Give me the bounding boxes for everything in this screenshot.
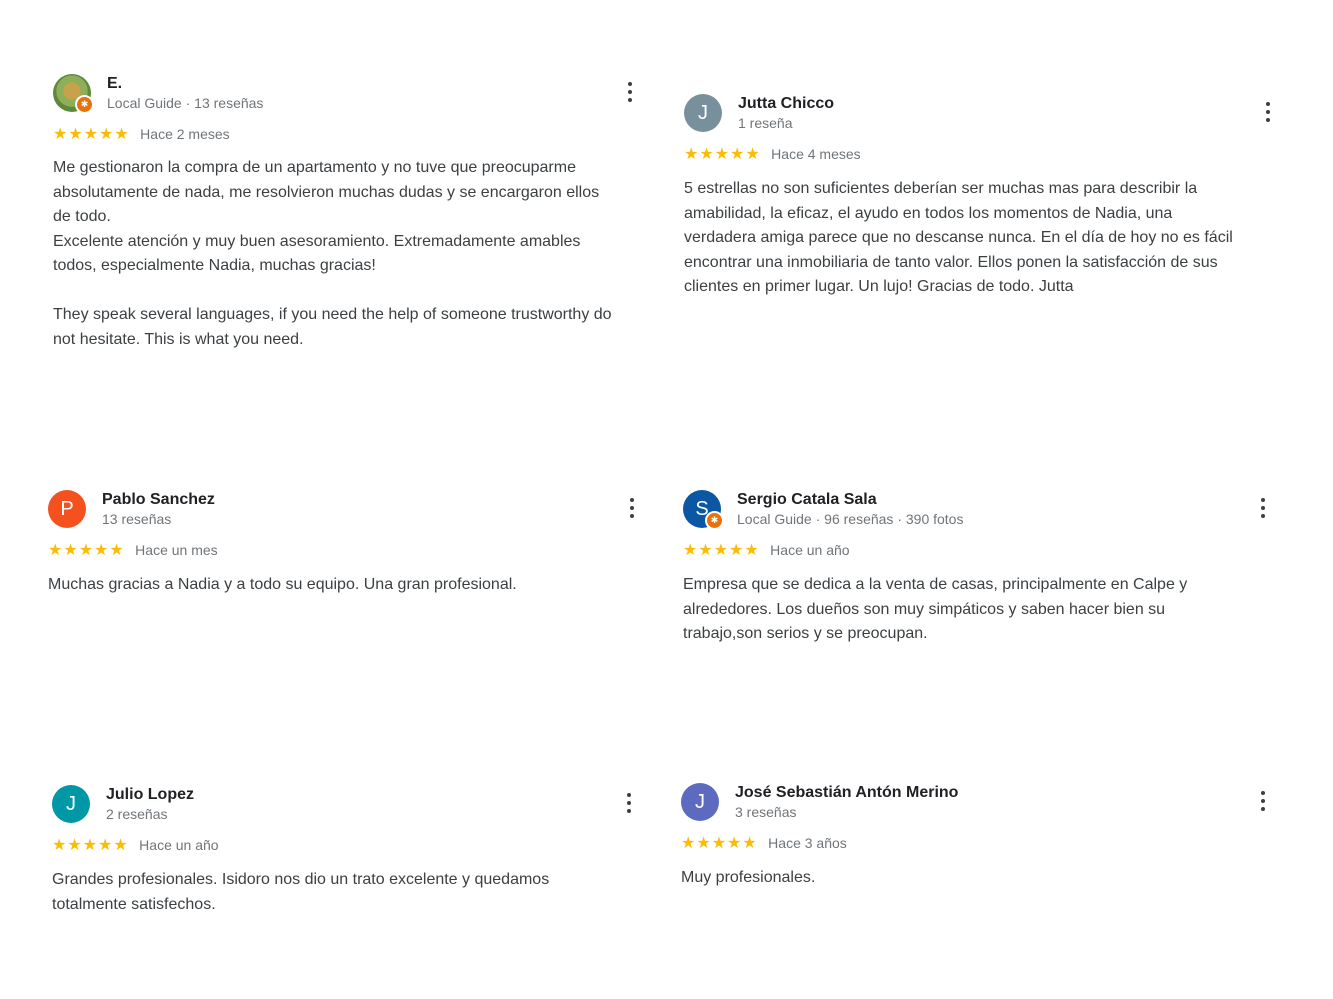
review-header: J José Sebastián Antón Merino 3 reseñas — [681, 783, 1281, 823]
review-card: J Jutta Chicco 1 reseña ★★★★★ Hace 4 mes… — [684, 94, 1284, 295]
reviewer-meta: 1 reseña — [738, 115, 793, 131]
reviewer-name[interactable]: Pablo Sanchez — [102, 490, 215, 510]
review-date: Hace un año — [770, 542, 850, 558]
review-header: J Julio Lopez 2 reseñas — [52, 785, 652, 825]
review-card: S ✱ Sergio Catala Sala Local Guide · 96 … — [683, 490, 1283, 642]
review-date: Hace un año — [139, 837, 219, 853]
reviewer-meta: 3 reseñas — [735, 804, 797, 820]
more-vert-icon[interactable] — [1256, 98, 1280, 128]
avatar[interactable]: J — [684, 94, 722, 132]
avatar[interactable]: ✱ — [53, 74, 94, 114]
avatar[interactable]: P — [48, 490, 86, 528]
avatar[interactable]: J — [681, 783, 719, 821]
avatar[interactable]: J — [52, 785, 90, 823]
review-card: J Julio Lopez 2 reseñas ★★★★★ Hace un añ… — [52, 785, 652, 913]
more-vert-icon[interactable] — [617, 789, 641, 819]
rating-row: ★★★★★ Hace un año — [52, 835, 219, 855]
more-vert-icon[interactable] — [1251, 494, 1275, 524]
review-date: Hace 3 años — [768, 835, 847, 851]
local-guide-badge-icon: ✱ — [75, 95, 94, 114]
star-rating: ★★★★★ — [683, 542, 760, 559]
reviewer-name[interactable]: E. — [107, 74, 122, 94]
reviewer-name[interactable]: Jutta Chicco — [738, 94, 834, 114]
review-text: 5 estrellas no son suficientes deberían … — [684, 180, 1233, 295]
rating-row: ★★★★★ Hace un mes — [48, 540, 218, 560]
avatar-letter: P — [60, 498, 74, 520]
avatar-letter: J — [695, 791, 705, 813]
star-rating: ★★★★★ — [53, 126, 130, 143]
rating-row: ★★★★★ Hace un año — [683, 540, 850, 560]
review-header: ✱ E. Local Guide · 13 reseñas — [53, 74, 653, 114]
review-header: J Jutta Chicco 1 reseña — [684, 94, 1284, 134]
review-header: S ✱ Sergio Catala Sala Local Guide · 96 … — [683, 490, 1283, 530]
review-text: Empresa que se dedica a la venta de casa… — [683, 576, 1188, 642]
review-date: Hace un mes — [135, 542, 218, 558]
review-text: Me gestionaron la compra de un apartamen… — [53, 159, 612, 348]
more-vert-icon[interactable] — [1251, 787, 1275, 817]
star-rating: ★★★★★ — [48, 542, 125, 559]
review-card: ✱ E. Local Guide · 13 reseñas ★★★★★ Hace… — [53, 74, 653, 348]
rating-row: ★★★★★ Hace 4 meses — [684, 144, 861, 164]
rating-row: ★★★★★ Hace 2 meses — [53, 124, 230, 144]
review-text: Muchas gracias a Nadia y a todo su equip… — [48, 576, 517, 593]
review-date: Hace 2 meses — [140, 126, 230, 142]
rating-row: ★★★★★ Hace 3 años — [681, 833, 847, 853]
review-text: Grandes profesionales. Isidoro nos dio u… — [52, 871, 550, 913]
review-date: Hace 4 meses — [771, 146, 861, 162]
avatar-letter: J — [66, 793, 76, 815]
review-card: J José Sebastián Antón Merino 3 reseñas … — [681, 783, 1281, 886]
reviewer-meta: Local Guide · 96 reseñas · 390 fotos — [737, 511, 964, 527]
reviewer-meta: Local Guide · 13 reseñas — [107, 95, 264, 111]
review-card: P Pablo Sanchez 13 reseñas ★★★★★ Hace un… — [48, 490, 648, 593]
review-text: Muy profesionales. — [681, 869, 816, 886]
reviewer-name[interactable]: Julio Lopez — [106, 785, 194, 805]
review-header: P Pablo Sanchez 13 reseñas — [48, 490, 648, 530]
reviewer-name[interactable]: José Sebastián Antón Merino — [735, 783, 958, 803]
star-rating: ★★★★★ — [684, 146, 761, 163]
more-vert-icon[interactable] — [618, 78, 642, 108]
star-rating: ★★★★★ — [52, 837, 129, 854]
reviewer-meta: 13 reseñas — [102, 511, 172, 527]
reviewer-meta: 2 reseñas — [106, 806, 168, 822]
more-vert-icon[interactable] — [620, 494, 644, 524]
avatar-letter: J — [698, 102, 708, 124]
star-rating: ★★★★★ — [681, 835, 758, 852]
avatar[interactable]: S ✱ — [683, 490, 724, 530]
reviewer-name[interactable]: Sergio Catala Sala — [737, 490, 877, 510]
local-guide-badge-icon: ✱ — [705, 511, 724, 530]
